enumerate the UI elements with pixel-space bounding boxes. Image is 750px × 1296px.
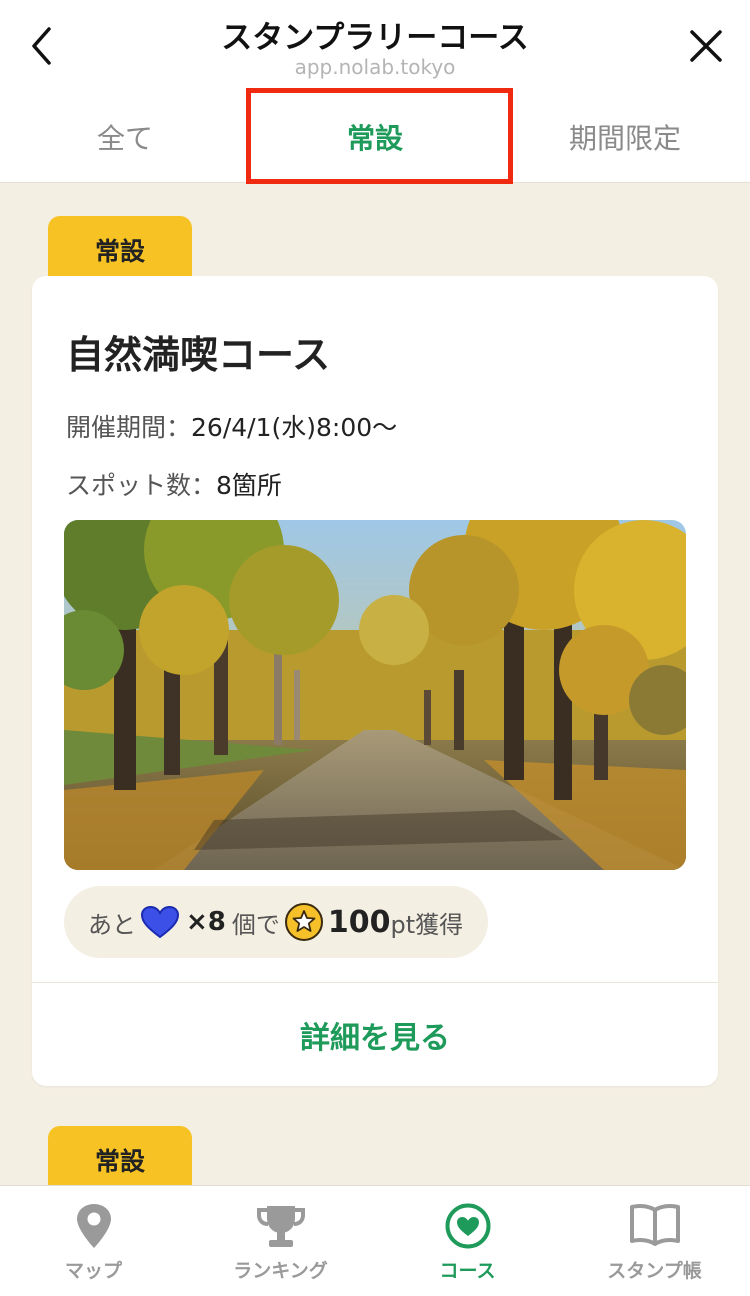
- heart-circle-icon: [445, 1203, 490, 1249]
- view-details-button[interactable]: 詳細を見る: [32, 983, 718, 1086]
- close-icon: [690, 30, 722, 62]
- tab-all[interactable]: 全て: [0, 90, 250, 183]
- blue-heart-icon: [140, 905, 180, 939]
- reward-info: あと ×8 個で 100 pt獲得: [64, 886, 488, 958]
- page-title: スタンプラリーコース: [221, 20, 529, 56]
- course-title: 自然満喫コース: [66, 333, 331, 377]
- nav-course[interactable]: コース: [374, 1186, 561, 1296]
- tab-permanent[interactable]: 常設: [250, 90, 500, 183]
- reward-points: 100: [327, 904, 391, 940]
- page: スタンプラリーコース app.nolab.tokyo 全て 常設 期間限定 常設…: [0, 0, 750, 1296]
- book-icon: [629, 1204, 680, 1246]
- course-spots: スポット数：8箇所: [66, 466, 282, 502]
- page-url: app.nolab.tokyo: [294, 55, 456, 79]
- nav-map-label: マップ: [64, 1260, 122, 1282]
- bottom-navigation: マップ ランキング コース スタンプ帳: [0, 1185, 750, 1296]
- star-coin-icon: [284, 903, 323, 941]
- reward-count: ×8: [186, 907, 226, 937]
- tab-limited[interactable]: 期間限定: [500, 90, 750, 183]
- nav-stamp-book-label: スタンプ帳: [607, 1260, 702, 1282]
- reward-unit: 個で: [231, 910, 280, 939]
- nav-ranking-label: ランキング: [233, 1260, 328, 1282]
- course-card: 自然満喫コース 開催期間：26/4/1(水)8:00〜 スポット数：8箇所 あと…: [32, 276, 718, 1086]
- course-badge: 常設: [48, 1126, 192, 1190]
- trophy-icon: [256, 1206, 305, 1247]
- course-photo: [64, 520, 686, 870]
- spots-value: 8箇所: [216, 471, 282, 500]
- nav-course-label: コース: [439, 1260, 496, 1282]
- map-pin-icon: [76, 1204, 111, 1248]
- nav-map[interactable]: マップ: [0, 1186, 187, 1296]
- spots-label: スポット数：: [66, 471, 217, 500]
- course-badge: 常設: [48, 216, 192, 280]
- nav-stamp-book[interactable]: スタンプ帳: [561, 1186, 748, 1296]
- close-button[interactable]: [684, 24, 728, 68]
- header: スタンプラリーコース app.nolab.tokyo: [0, 0, 750, 90]
- tab-bar: 全て 常設 期間限定: [0, 90, 750, 183]
- nav-ranking[interactable]: ランキング: [187, 1186, 374, 1296]
- period-label: 開催期間：: [66, 413, 192, 442]
- period-value: 26/4/1(水)8:00〜: [191, 413, 398, 442]
- reward-prefix: あと: [88, 910, 136, 939]
- reward-suffix: pt獲得: [390, 910, 464, 939]
- course-period: 開催期間：26/4/1(水)8:00〜: [66, 408, 397, 444]
